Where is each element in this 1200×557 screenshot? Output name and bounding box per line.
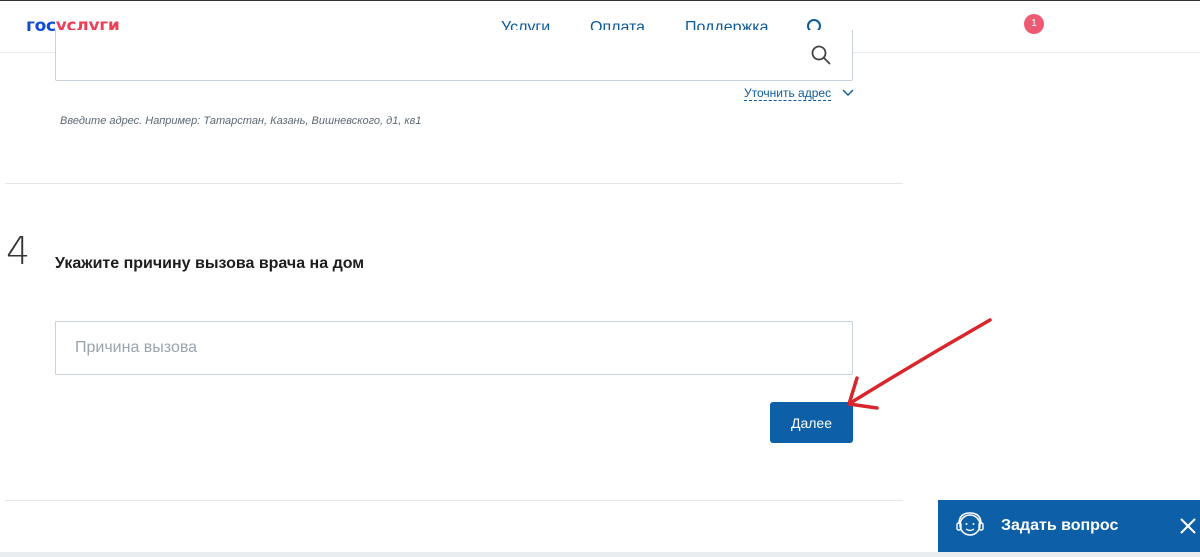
ask-question-label: Задать вопрос <box>1001 517 1118 535</box>
annotation-arrow <box>0 0 1200 557</box>
close-icon[interactable] <box>1178 516 1198 536</box>
chevron-down-icon[interactable] <box>842 88 854 98</box>
address-input[interactable] <box>55 30 853 81</box>
next-button[interactable]: Далее <box>770 402 853 443</box>
logo-part-gos: гос <box>26 16 56 36</box>
call-reason-input[interactable] <box>55 321 853 375</box>
section-divider-bottom <box>5 500 903 501</box>
address-search-icon[interactable] <box>810 44 832 66</box>
support-agent-icon <box>954 510 986 542</box>
page-bottom-strip <box>0 552 1200 557</box>
refine-address-link[interactable]: Уточнить адрес <box>744 86 831 101</box>
section-divider <box>5 183 903 184</box>
ask-question-widget[interactable]: Задать вопрос <box>938 500 1200 552</box>
address-hint: Введите адрес. Например: Татарстан, Каза… <box>60 115 421 127</box>
notification-badge[interactable]: 1 <box>1024 14 1044 34</box>
step-number: 4 <box>6 232 30 270</box>
step-title: Укажите причину вызова врача на дом <box>55 255 364 273</box>
